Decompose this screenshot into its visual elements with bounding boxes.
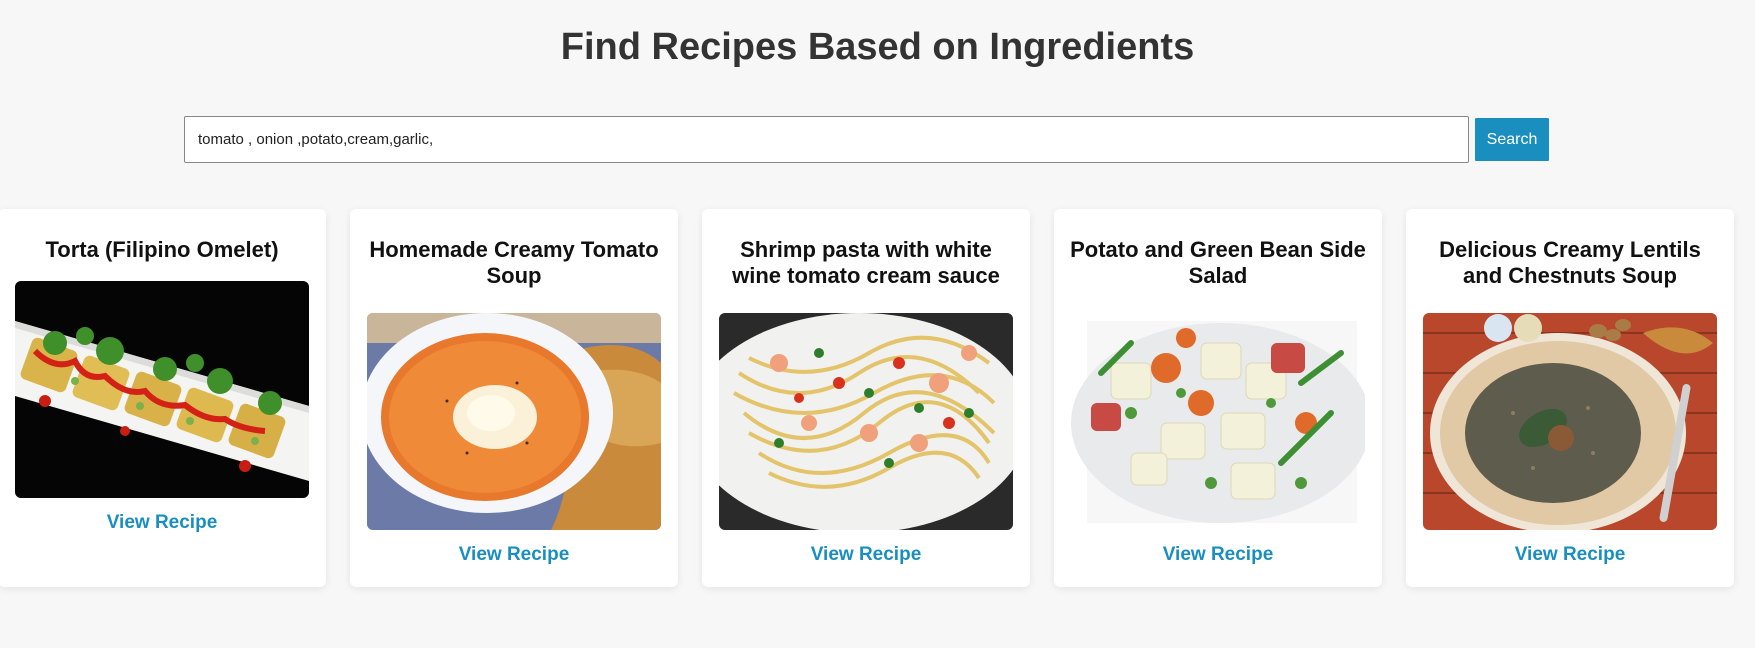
recipe-card: Delicious Creamy Lentils and Chestnuts S…	[1406, 209, 1734, 587]
view-recipe-link[interactable]: View Recipe	[1515, 544, 1626, 566]
view-recipe-link[interactable]: View Recipe	[107, 512, 218, 534]
recipe-list: Torta (Filipino Omelet) View Recipe Home…	[0, 209, 1755, 587]
recipe-title: Potato and Green Bean Side Salad	[1070, 237, 1366, 288]
recipe-card: Potato and Green Bean Side Salad View Re…	[1054, 209, 1382, 587]
potato-salad-photo	[1071, 313, 1365, 530]
view-recipe-link[interactable]: View Recipe	[811, 544, 922, 566]
tomato-soup-photo	[367, 313, 661, 530]
search-bar: Search	[184, 116, 1549, 163]
page-title: Find Recipes Based on Ingredients	[560, 26, 1195, 68]
recipe-card: Torta (Filipino Omelet) View Recipe	[0, 209, 326, 587]
recipe-title: Delicious Creamy Lentils and Chestnuts S…	[1439, 237, 1701, 288]
ingredients-search-input[interactable]	[184, 116, 1469, 163]
view-recipe-link[interactable]: View Recipe	[459, 544, 570, 566]
recipe-title: Shrimp pasta with white wine tomato crea…	[732, 237, 1000, 288]
recipe-title: Homemade Creamy Tomato Soup	[369, 237, 659, 288]
recipe-title: Torta (Filipino Omelet)	[45, 237, 279, 262]
omelet-photo	[15, 281, 309, 498]
view-recipe-link[interactable]: View Recipe	[1163, 544, 1274, 566]
page: Find Recipes Based on Ingredients Search…	[0, 0, 1755, 648]
shrimp-pasta-photo	[719, 313, 1013, 530]
lentil-soup-photo	[1423, 313, 1717, 530]
search-button[interactable]: Search	[1475, 118, 1549, 161]
recipe-card: Shrimp pasta with white wine tomato crea…	[702, 209, 1030, 587]
recipe-card: Homemade Creamy Tomato Soup View Recipe	[350, 209, 678, 587]
